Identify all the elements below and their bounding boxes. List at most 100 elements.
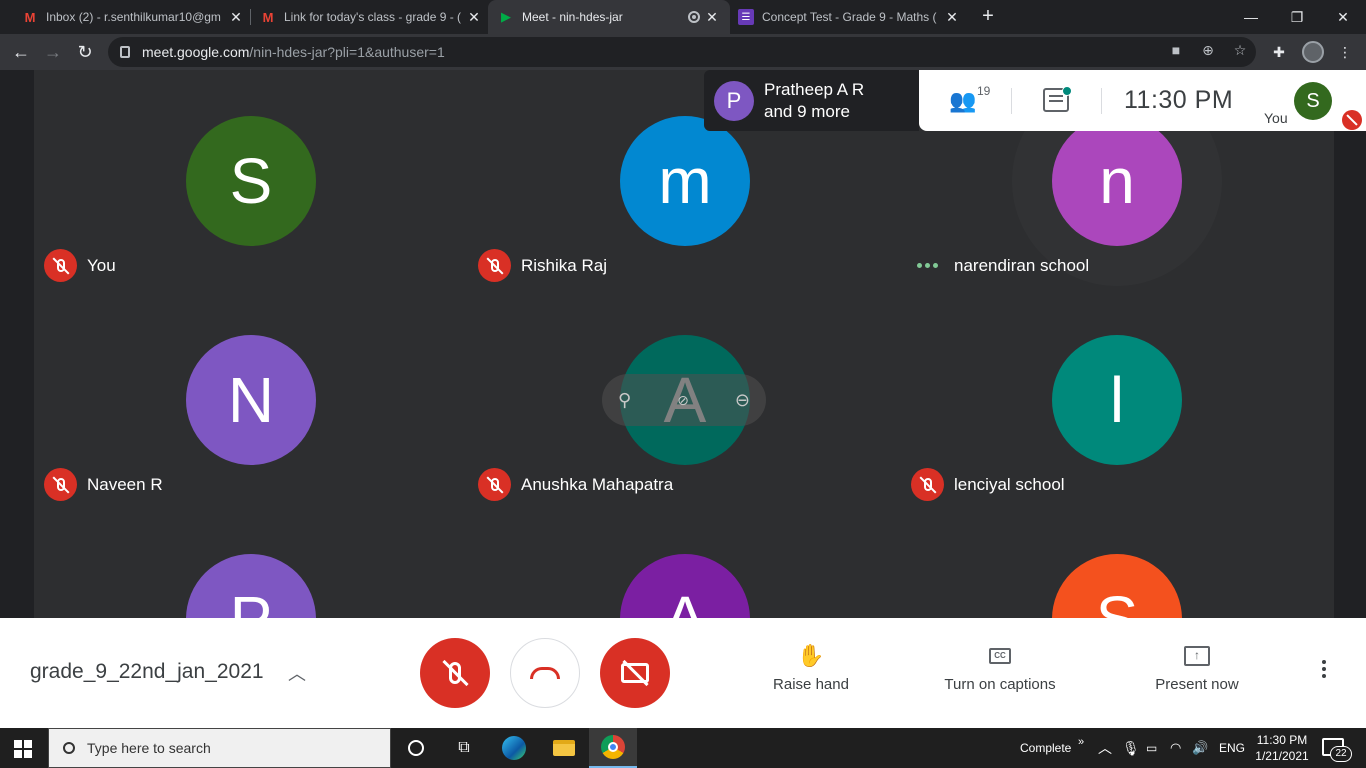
tile-hover-toolbar: ⚲ ⊘ ⊖	[602, 374, 766, 426]
camera-icon[interactable]: ■	[1167, 41, 1185, 59]
presenter-chip[interactable]: P Pratheep A R and 9 more	[704, 70, 919, 131]
extensions-icon[interactable]: ✚	[1270, 43, 1288, 61]
present-now-button[interactable]: ↑ Present now	[1146, 640, 1248, 693]
search-placeholder: Type here to search	[87, 740, 211, 756]
edge-button[interactable]	[490, 728, 538, 768]
tab-meet[interactable]: ▶ Meet - nin-hdes-jar ✕	[488, 0, 730, 34]
windows-start-icon[interactable]	[14, 740, 32, 758]
avatar: P	[186, 554, 316, 618]
more-options-icon[interactable]	[1322, 660, 1326, 678]
chrome-icon	[601, 735, 625, 759]
bookmark-star-icon[interactable]: ☆	[1231, 41, 1249, 59]
present-label: Present now	[1155, 676, 1239, 693]
present-icon-wrap: ↑	[1146, 640, 1248, 672]
participant-tile[interactable]: l lenciyal school	[901, 289, 1334, 508]
reload-button[interactable]: ↻	[72, 39, 98, 65]
close-icon[interactable]: ✕	[704, 9, 720, 26]
mic-toggle-button[interactable]	[420, 638, 490, 708]
chevron-up-icon[interactable]: ︿	[288, 660, 306, 686]
tab-concept-test[interactable]: ☰ Concept Test - Grade 9 - Maths ( ✕	[728, 0, 970, 34]
wifi-icon[interactable]: ◠	[1170, 728, 1181, 768]
taskbar-search-box[interactable]: Type here to search	[48, 728, 391, 768]
mic-off-icon	[478, 468, 511, 501]
window-close-button[interactable]: ✕	[1320, 0, 1366, 34]
participant-grid: S You m Rishika Raj n narendiran school …	[34, 70, 1334, 618]
task-view-button[interactable]: ⧉	[440, 728, 488, 768]
url-path: /nin-hdes-jar?pli=1&authuser=1	[249, 44, 445, 60]
participant-name-row: narendiran school	[911, 249, 1089, 282]
participant-tile[interactable]: S You	[34, 70, 467, 289]
battery-icon[interactable]: ▭	[1146, 728, 1157, 768]
leave-call-button[interactable]	[510, 638, 580, 708]
avatar: A	[620, 554, 750, 618]
show-hidden-icons-icon[interactable]: ︿	[1098, 728, 1112, 768]
self-avatar[interactable]: S	[1294, 82, 1332, 120]
restore-button[interactable]: ❐	[1274, 0, 1320, 34]
pin-icon[interactable]: ⚲	[618, 390, 631, 411]
meeting-clock: 11:30 PM	[1124, 86, 1234, 114]
minimize-button[interactable]: —	[1228, 0, 1274, 34]
chrome-taskbar-button[interactable]	[589, 728, 637, 768]
avatar: l	[1052, 335, 1182, 465]
taskbar-clock[interactable]: 11:30 PM 1/21/2021	[1250, 732, 1314, 764]
gmail-icon: M	[262, 9, 274, 25]
profile-avatar[interactable]	[1302, 41, 1324, 63]
folder-icon	[553, 740, 575, 756]
participant-name: Rishika Raj	[521, 255, 607, 275]
new-tab-button[interactable]: +	[976, 4, 1000, 28]
chrome-menu-icon[interactable]: ⋮	[1336, 43, 1354, 61]
self-label: You	[1264, 110, 1288, 126]
windows-taskbar: Type here to search ⧉ Complete » ︿ 🎙 ▭ ◠…	[0, 728, 1366, 768]
participant-name: Anushka Mahapatra	[521, 474, 674, 494]
address-bar[interactable]: meet.google.com /nin-hdes-jar?pli=1&auth…	[108, 37, 1256, 67]
tray-label[interactable]: Complete	[1020, 728, 1071, 768]
meet-stage: S You m Rishika Raj n narendiran school …	[0, 70, 1366, 618]
divider	[1011, 88, 1012, 114]
cortana-icon	[408, 740, 424, 756]
participant-name-row: You	[44, 249, 116, 282]
captions-button[interactable]: CC Turn on captions	[932, 640, 1068, 693]
cortana-button[interactable]	[392, 728, 440, 768]
close-icon[interactable]: ✕	[944, 9, 960, 26]
file-explorer-button[interactable]	[540, 728, 588, 768]
participant-name: narendiran school	[954, 255, 1090, 275]
participant-tile[interactable]: N Naveen R	[34, 289, 467, 508]
close-icon[interactable]: ✕	[228, 9, 244, 26]
hand-icon: ✋	[797, 643, 825, 668]
search-icon	[63, 742, 75, 754]
self-mic-off-icon	[1342, 110, 1362, 130]
microphone-icon[interactable]: 🎙	[1122, 728, 1140, 768]
browser-toolbar: ← → ↻ meet.google.com /nin-hdes-jar?pli=…	[0, 34, 1366, 70]
mute-participant-icon[interactable]: ⊘	[677, 392, 689, 409]
remove-participant-icon[interactable]: ⊖	[735, 390, 750, 411]
participant-tile[interactable]: P	[34, 508, 467, 618]
speaking-indicator-icon	[911, 249, 944, 282]
lock-icon	[120, 46, 130, 58]
participant-tile[interactable]: S	[901, 508, 1334, 618]
chevron-icon[interactable]: »	[1078, 722, 1084, 762]
tab-title: Inbox (2) - r.senthilkumar10@gm	[46, 10, 221, 24]
clock-date: 1/21/2021	[1255, 749, 1309, 763]
tab-link-class[interactable]: M Link for today's class - grade 9 - ( ✕	[250, 0, 492, 34]
close-icon[interactable]: ✕	[466, 9, 482, 26]
hang-up-icon	[530, 667, 560, 679]
tab-inbox[interactable]: M Inbox (2) - r.senthilkumar10@gm ✕	[12, 0, 254, 34]
language-indicator[interactable]: ENG	[1219, 728, 1245, 768]
gmail-icon: M	[24, 9, 36, 25]
tab-title: Link for today's class - grade 9 - (	[284, 10, 462, 24]
meeting-info-bar: P Pratheep A R and 9 more 👥 19 11:30 PM …	[704, 70, 1366, 131]
camera-toggle-button[interactable]	[600, 638, 670, 708]
volume-icon[interactable]: 🔊	[1192, 728, 1208, 768]
captions-label: Turn on captions	[944, 676, 1056, 693]
mic-off-icon	[911, 468, 944, 501]
participant-tile[interactable]: A	[468, 508, 901, 618]
zoom-icon[interactable]: ⊕	[1199, 41, 1217, 59]
raise-hand-button[interactable]: ✋ Raise hand	[766, 640, 856, 693]
task-view-icon: ⧉	[458, 739, 470, 756]
forward-button[interactable]: →	[40, 39, 66, 65]
divider	[1101, 88, 1102, 114]
captions-icon: CC	[989, 648, 1011, 664]
people-button[interactable]: 👥 19	[949, 84, 990, 114]
back-button[interactable]: ←	[8, 39, 34, 65]
meeting-name[interactable]: grade_9_22nd_jan_2021	[30, 660, 264, 684]
